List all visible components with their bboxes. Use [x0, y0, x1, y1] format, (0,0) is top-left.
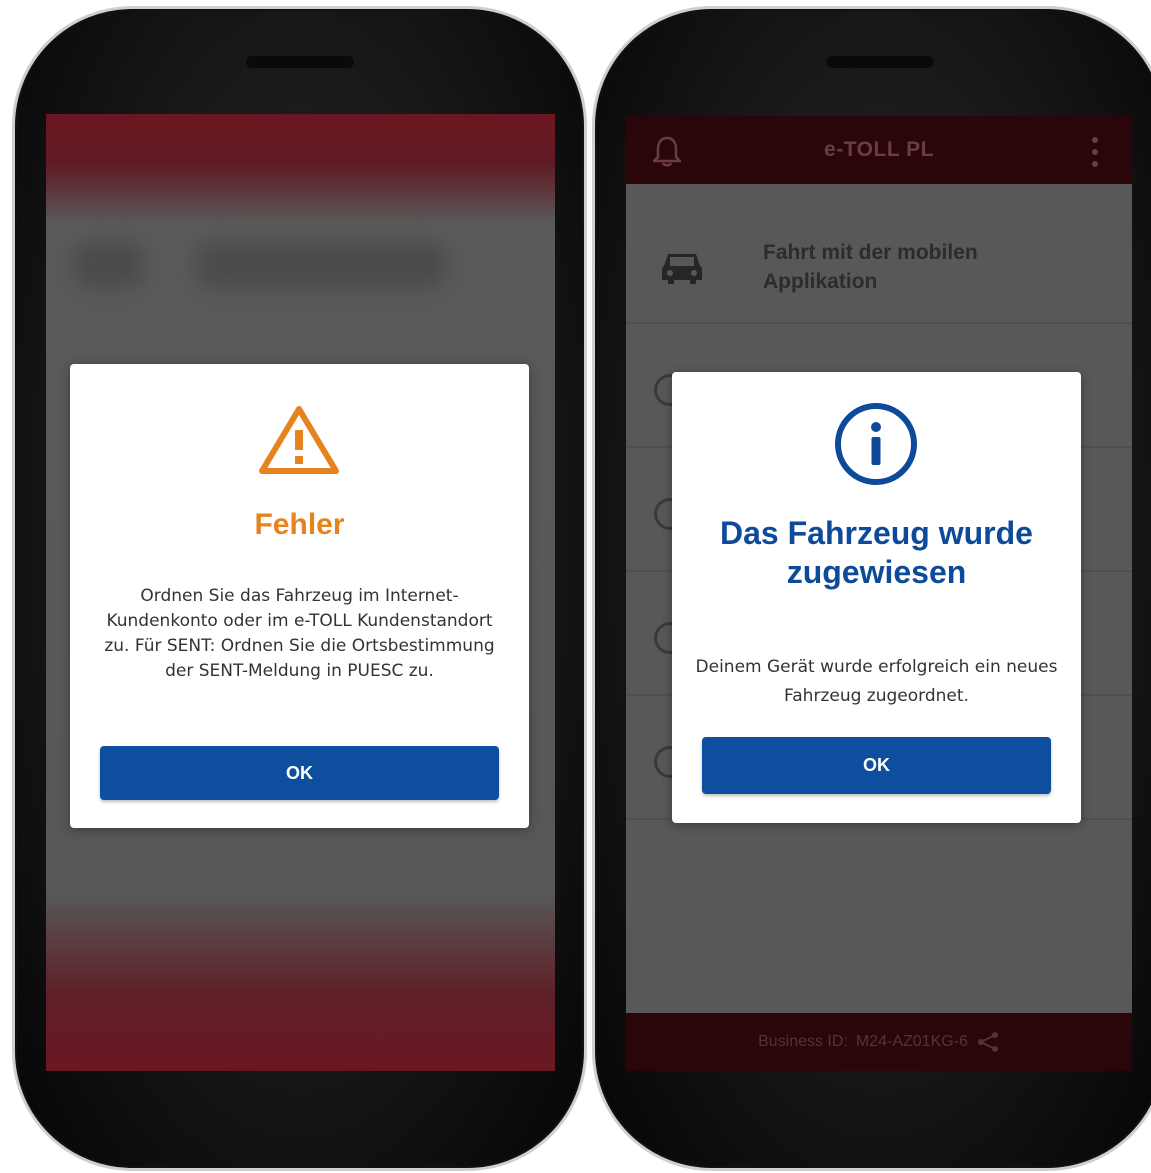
app-header: e-TOLL PL [626, 116, 1132, 184]
car-icon [662, 254, 702, 284]
app-title: e-TOLL PL [824, 138, 934, 161]
kebab-menu-icon[interactable] [1092, 137, 1100, 167]
screen-right: e-TOLL PL Fahrt mit der mobilen Applikat… [626, 116, 1132, 1071]
blurred-background-icon [74, 242, 144, 288]
business-id-value: M24-AZ01KG-6 [855, 1033, 968, 1050]
phone-frame-right: e-TOLL PL Fahrt mit der mobilen Applikat… [592, 6, 1151, 1171]
dialog-message: Ordnen Sie das Fahrzeug im Internet-Kund… [104, 586, 495, 681]
speaker-slot [245, 56, 354, 68]
dialog-title: Das Fahrzeug wurde zugewiesen [720, 515, 1033, 590]
ok-button[interactable]: OK [702, 737, 1051, 794]
blurred-background-text [196, 242, 446, 288]
info-dialog: Das Fahrzeug wurde zugewiesen Deinem Ger… [672, 372, 1081, 823]
business-id-label: Business ID: [758, 1033, 848, 1050]
screen-left: Fehler Ordnen Sie das Fahrzeug im Intern… [46, 114, 555, 1071]
dialog-title: Fehler [254, 508, 345, 541]
info-icon [835, 403, 917, 485]
error-dialog: Fehler Ordnen Sie das Fahrzeug im Intern… [70, 364, 529, 828]
warning-icon [259, 406, 339, 474]
share-icon[interactable] [976, 1030, 1000, 1054]
list-item-label: Fahrt mit der mobilen Applikation [763, 241, 978, 293]
app-footer: Business ID: M24-AZ01KG-6 [626, 1013, 1132, 1071]
ok-button[interactable]: OK [100, 746, 499, 800]
phone-frame-left: Fehler Ordnen Sie das Fahrzeug im Intern… [12, 6, 587, 1171]
bell-icon[interactable] [650, 134, 684, 168]
speaker-slot [825, 56, 934, 68]
list-item-mobile-app[interactable]: Fahrt mit der mobilen Applikation [626, 212, 1132, 324]
dialog-message: Deinem Gerät wurde erfolgreich ein neues… [695, 657, 1058, 706]
